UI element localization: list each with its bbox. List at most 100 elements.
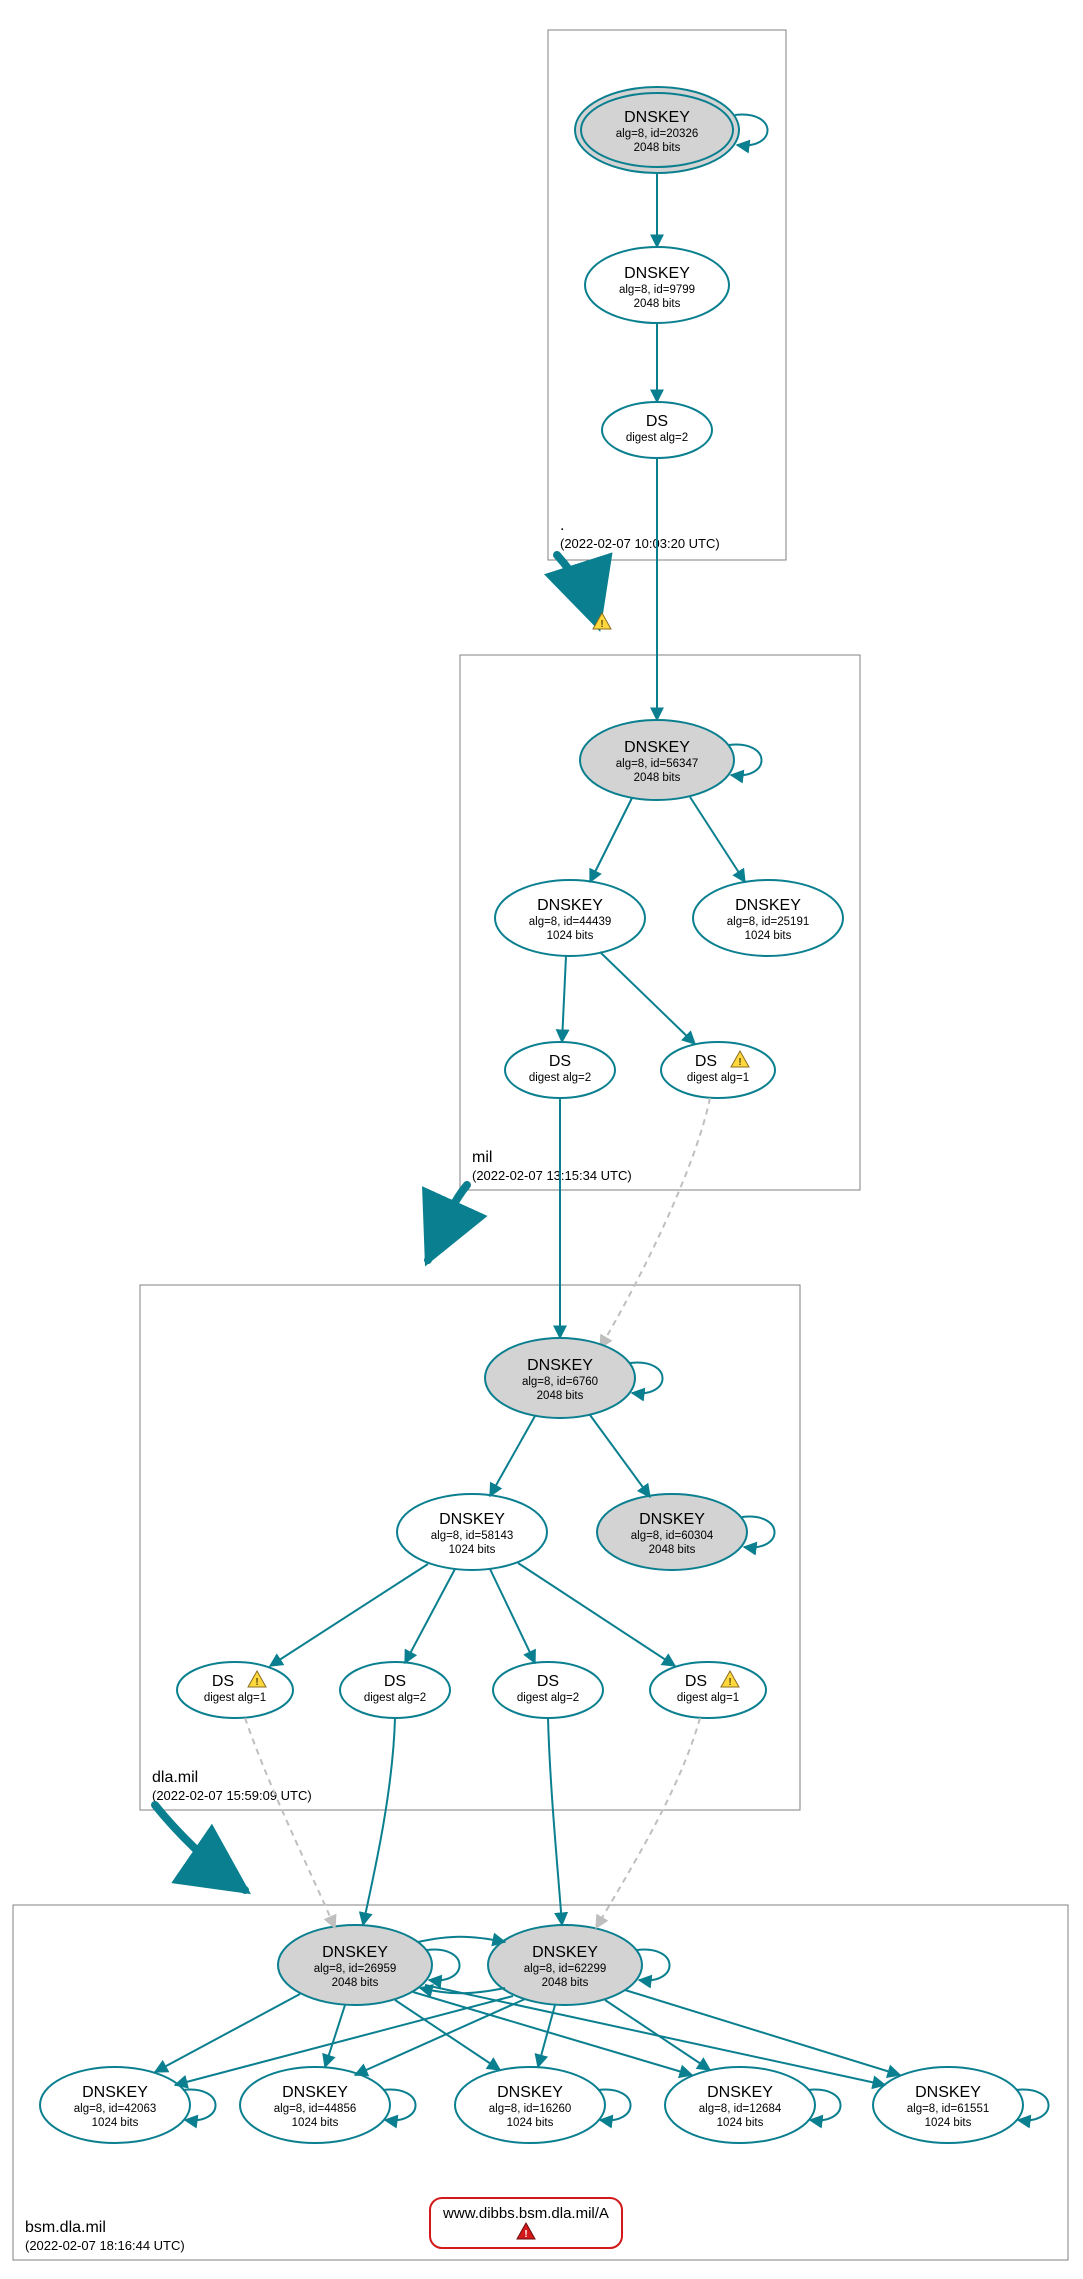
svg-text:DNSKEY: DNSKEY: [322, 1944, 388, 1961]
edge-dashed: [596, 1718, 700, 1928]
zone-edge: [557, 555, 598, 625]
node-dla-ksk[interactable]: DNSKEY alg=8, id=6760 2048 bits: [485, 1338, 635, 1418]
edge: [355, 1999, 525, 2075]
svg-text:alg=8, id=61551: alg=8, id=61551: [907, 2103, 990, 2115]
zone-ts-root: (2022-02-07 10:03:20 UTC): [560, 536, 720, 551]
edge: [625, 1990, 900, 2075]
node-bsm-ksk-r[interactable]: DNSKEY alg=8, id=62299 2048 bits: [488, 1925, 642, 2005]
node-dla-zsk[interactable]: DNSKEY alg=8, id=58143 1024 bits: [397, 1494, 547, 1570]
svg-text:DNSKEY: DNSKEY: [735, 897, 801, 914]
edge: [405, 1569, 455, 1663]
svg-text:DS: DS: [537, 1673, 559, 1690]
node-mil-ds-l[interactable]: DS digest alg=2: [505, 1042, 615, 1098]
node-bsm-z1[interactable]: DNSKEY alg=8, id=42063 1024 bits: [40, 2067, 190, 2143]
edge-dashed: [245, 1718, 335, 1928]
svg-text:DNSKEY: DNSKEY: [624, 109, 690, 126]
dnssec-graph: . (2022-02-07 10:03:20 UTC) DNSKEY alg=8…: [0, 0, 1083, 2279]
edge: [490, 1569, 535, 1663]
svg-text:digest alg=2: digest alg=2: [529, 1072, 591, 1084]
edge: [590, 798, 632, 882]
svg-text:DNSKEY: DNSKEY: [282, 2084, 348, 2101]
svg-text:2048 bits: 2048 bits: [634, 142, 681, 154]
node-mil-ds-r[interactable]: DS digest alg=1: [661, 1042, 775, 1098]
zone-label-dla: dla.mil: [152, 1769, 198, 1786]
node-rr-error[interactable]: www.dibbs.bsm.dla.mil/A !: [430, 2198, 622, 2248]
svg-text:2048 bits: 2048 bits: [537, 1390, 584, 1402]
svg-text:DNSKEY: DNSKEY: [532, 1944, 598, 1961]
edge: [518, 1563, 675, 1666]
edge: [418, 1937, 505, 1942]
edge: [690, 797, 745, 882]
node-dla-ksk2[interactable]: DNSKEY alg=8, id=60304 2048 bits: [597, 1494, 747, 1570]
svg-text:DS: DS: [646, 413, 668, 430]
svg-text:DS: DS: [549, 1053, 571, 1070]
svg-text:alg=8, id=25191: alg=8, id=25191: [727, 916, 810, 928]
svg-text:1024 bits: 1024 bits: [449, 1544, 496, 1556]
svg-text:2048 bits: 2048 bits: [542, 1977, 589, 1989]
svg-text:alg=8, id=56347: alg=8, id=56347: [616, 758, 699, 770]
node-bsm-ksk-l[interactable]: DNSKEY alg=8, id=26959 2048 bits: [278, 1925, 432, 2005]
zone-edge: [428, 1185, 467, 1260]
svg-text:1024 bits: 1024 bits: [717, 2117, 764, 2129]
node-mil-ksk[interactable]: DNSKEY alg=8, id=56347 2048 bits: [580, 720, 734, 800]
node-dla-ds4[interactable]: DS digest alg=1: [650, 1662, 766, 1718]
edge: [490, 1416, 535, 1496]
svg-text:digest alg=1: digest alg=1: [204, 1692, 266, 1704]
node-root-ds[interactable]: DS digest alg=2: [602, 402, 712, 458]
edge: [155, 1994, 300, 2072]
svg-text:DNSKEY: DNSKEY: [624, 265, 690, 282]
svg-text:digest alg=2: digest alg=2: [626, 432, 688, 444]
svg-text:DNSKEY: DNSKEY: [624, 739, 690, 756]
svg-text:alg=8, id=44439: alg=8, id=44439: [529, 916, 612, 928]
svg-text:1024 bits: 1024 bits: [92, 2117, 139, 2129]
svg-text:digest alg=2: digest alg=2: [517, 1692, 579, 1704]
node-mil-zsk-l[interactable]: DNSKEY alg=8, id=44439 1024 bits: [495, 880, 645, 956]
edge: [363, 1718, 395, 1925]
node-bsm-z3[interactable]: DNSKEY alg=8, id=16260 1024 bits: [455, 2067, 605, 2143]
edge: [395, 2000, 500, 2070]
svg-text:DNSKEY: DNSKEY: [537, 897, 603, 914]
edge: [590, 1415, 650, 1497]
node-bsm-z4[interactable]: DNSKEY alg=8, id=12684 1024 bits: [665, 2067, 815, 2143]
svg-text:1024 bits: 1024 bits: [925, 2117, 972, 2129]
edge: [538, 2005, 555, 2067]
svg-text:DNSKEY: DNSKEY: [439, 1511, 505, 1528]
svg-text:DNSKEY: DNSKEY: [707, 2084, 773, 2101]
node-mil-zsk-r[interactable]: DNSKEY alg=8, id=25191 1024 bits: [693, 880, 843, 956]
node-root-ksk[interactable]: DNSKEY alg=8, id=20326 2048 bits: [575, 87, 739, 173]
svg-text:alg=8, id=20326: alg=8, id=20326: [616, 128, 699, 140]
svg-text:DNSKEY: DNSKEY: [915, 2084, 981, 2101]
svg-text:!: !: [728, 1677, 731, 1688]
svg-text:!: !: [524, 2229, 527, 2240]
svg-text:DNSKEY: DNSKEY: [639, 1511, 705, 1528]
svg-text:1024 bits: 1024 bits: [745, 930, 792, 942]
node-root-zsk[interactable]: DNSKEY alg=8, id=9799 2048 bits: [585, 247, 729, 323]
svg-text:2048 bits: 2048 bits: [634, 298, 681, 310]
node-bsm-z2[interactable]: DNSKEY alg=8, id=44856 1024 bits: [240, 2067, 390, 2143]
svg-text:1024 bits: 1024 bits: [547, 930, 594, 942]
edge-dashed: [600, 1098, 710, 1348]
svg-text:!: !: [738, 1057, 741, 1068]
zone-label-mil: mil: [472, 1149, 492, 1166]
node-bsm-z5[interactable]: DNSKEY alg=8, id=61551 1024 bits: [873, 2067, 1023, 2143]
error-icon: !: [517, 2223, 535, 2240]
svg-text:alg=8, id=44856: alg=8, id=44856: [274, 2103, 357, 2115]
edge: [548, 1718, 562, 1925]
zone-edge: [155, 1805, 245, 1890]
svg-text:2048 bits: 2048 bits: [332, 1977, 379, 1989]
svg-text:DS: DS: [212, 1673, 234, 1690]
svg-text:alg=8, id=12684: alg=8, id=12684: [699, 2103, 782, 2115]
svg-text:DS: DS: [685, 1673, 707, 1690]
svg-text:alg=8, id=16260: alg=8, id=16260: [489, 2103, 572, 2115]
zone-ts-mil: (2022-02-07 13:15:34 UTC): [472, 1168, 632, 1183]
node-dla-ds2[interactable]: DS digest alg=2: [340, 1662, 450, 1718]
node-dla-ds1[interactable]: DS digest alg=1: [177, 1662, 293, 1718]
svg-text:DNSKEY: DNSKEY: [497, 2084, 563, 2101]
zone-ts-bsm: (2022-02-07 18:16:44 UTC): [25, 2238, 185, 2253]
svg-text:DNSKEY: DNSKEY: [82, 2084, 148, 2101]
edge: [325, 2005, 345, 2067]
svg-text:digest alg=1: digest alg=1: [677, 1692, 739, 1704]
zone-label-bsm: bsm.dla.mil: [25, 2219, 106, 2236]
svg-text:alg=8, id=60304: alg=8, id=60304: [631, 1530, 714, 1542]
node-dla-ds3[interactable]: DS digest alg=2: [493, 1662, 603, 1718]
